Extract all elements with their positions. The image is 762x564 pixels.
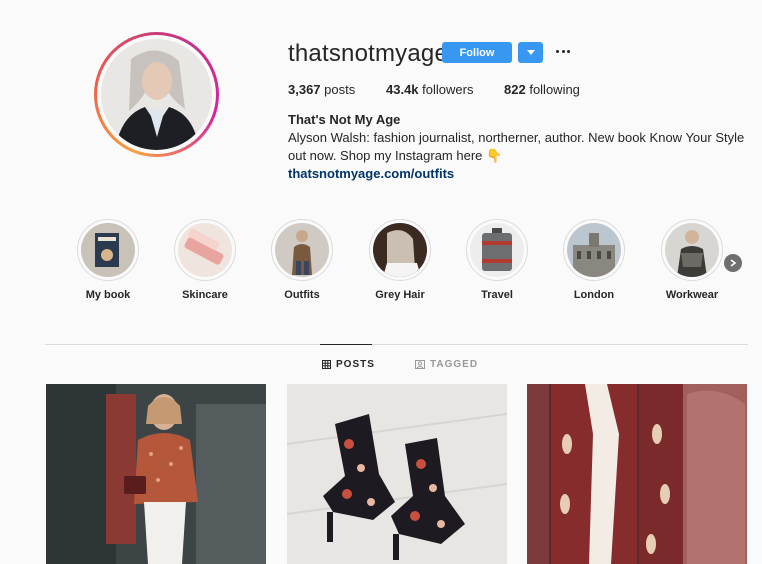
post-image xyxy=(46,384,266,564)
highlight-label: Skincare xyxy=(182,289,228,301)
posts-count: 3,367 xyxy=(288,82,321,97)
following-stat[interactable]: 822 following xyxy=(504,82,580,97)
posts-label: posts xyxy=(324,82,356,97)
bio-link[interactable]: thatsnotmyage.com/outfits xyxy=(288,165,748,183)
suggestions-dropdown-button[interactable] xyxy=(518,42,543,63)
highlights-next-button[interactable] xyxy=(724,254,742,272)
highlight-cover xyxy=(665,223,719,277)
highlight-grey-hair[interactable]: Grey Hair xyxy=(360,219,440,301)
avatar-photo xyxy=(101,39,212,150)
followers-label: followers xyxy=(422,82,474,97)
post-thumbnail[interactable] xyxy=(287,384,507,564)
profile-avatar-ring[interactable] xyxy=(94,32,219,157)
post-thumbnail[interactable] xyxy=(46,384,266,564)
highlight-cover xyxy=(81,223,135,277)
dot xyxy=(561,49,565,53)
followers-stat[interactable]: 43.4k followers xyxy=(386,82,504,97)
ellipsis-icon[interactable] xyxy=(556,44,570,58)
highlight-label: Outfits xyxy=(284,289,320,301)
highlight-label: Travel xyxy=(481,289,513,301)
avatar[interactable] xyxy=(101,39,212,150)
highlight-my-book[interactable]: My book xyxy=(68,219,148,301)
highlight-cover xyxy=(373,223,427,277)
post-thumbnail[interactable] xyxy=(527,384,747,564)
grid-icon xyxy=(322,360,331,369)
highlight-label: My book xyxy=(85,289,131,301)
following-label: following xyxy=(529,82,580,97)
highlight-skincare[interactable]: Skincare xyxy=(165,219,245,301)
highlight-ring xyxy=(563,219,625,281)
highlight-travel[interactable]: Travel xyxy=(457,219,537,301)
bio-text: Alyson Walsh: fashion journalist, northe… xyxy=(288,130,745,163)
highlight-ring xyxy=(661,219,723,281)
followers-count: 43.4k xyxy=(386,82,419,97)
tabs-divider xyxy=(45,344,748,345)
highlight-cover xyxy=(470,223,524,277)
story-highlights: My book Skincare Outfits Grey Hair Trave… xyxy=(0,219,762,309)
highlight-ring xyxy=(271,219,333,281)
avatar-gap xyxy=(97,35,216,154)
highlight-ring xyxy=(77,219,139,281)
highlight-ring xyxy=(174,219,236,281)
tab-tagged[interactable]: TAGGED xyxy=(415,359,478,370)
chevron-right-icon xyxy=(730,259,737,267)
caret-down-icon xyxy=(526,49,535,55)
highlight-ring xyxy=(466,219,528,281)
profile-username: thatsnotmyage xyxy=(288,40,449,67)
tab-tagged-label: TAGGED xyxy=(430,359,479,370)
highlight-label: Workwear xyxy=(665,289,719,301)
profile-stats: 3,367 posts 43.4k followers 822 followin… xyxy=(288,82,580,97)
highlight-label: Grey Hair xyxy=(375,289,425,301)
follow-button[interactable]: Follow xyxy=(442,42,512,63)
highlight-cover xyxy=(178,223,232,277)
highlight-cover xyxy=(275,223,329,277)
dot xyxy=(567,49,570,53)
highlight-outfits[interactable]: Outfits xyxy=(262,219,342,301)
post-image xyxy=(287,384,507,564)
following-count: 822 xyxy=(504,82,526,97)
bio-name: That's Not My Age xyxy=(288,112,401,127)
tagged-icon xyxy=(415,360,425,369)
highlight-london[interactable]: London xyxy=(554,219,634,301)
highlight-cover xyxy=(567,223,621,277)
profile-bio: That's Not My Age Alyson Walsh: fashion … xyxy=(288,111,748,183)
tab-posts[interactable]: POSTS xyxy=(322,359,375,370)
posts-stat: 3,367 posts xyxy=(288,82,386,97)
dot xyxy=(556,49,559,53)
highlight-label: London xyxy=(573,289,615,301)
active-tab-indicator xyxy=(320,344,372,345)
tab-posts-label: POSTS xyxy=(336,359,375,370)
highlight-ring xyxy=(369,219,431,281)
highlight-workwear[interactable]: Workwear xyxy=(652,219,732,301)
post-image xyxy=(527,384,747,564)
